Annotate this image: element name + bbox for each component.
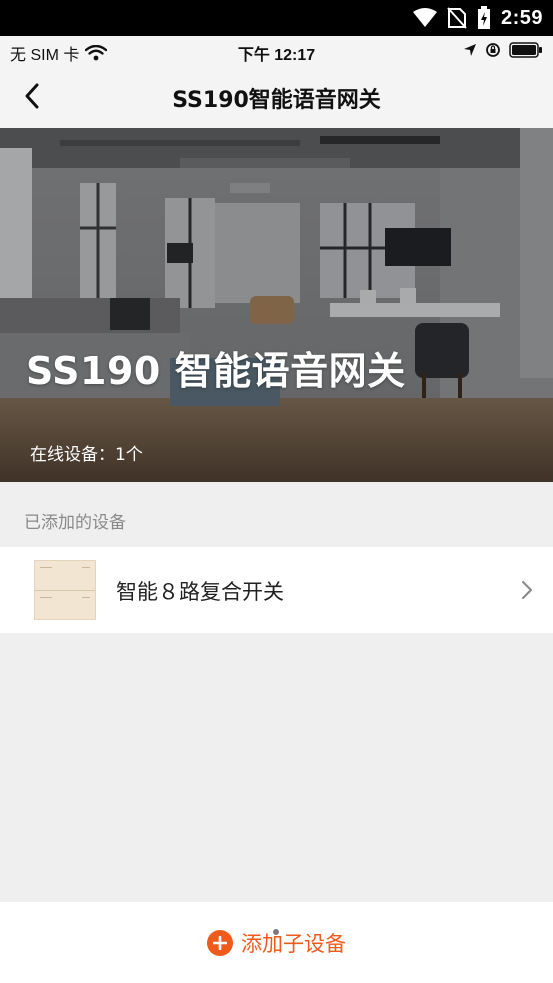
- wifi-icon: [85, 45, 108, 61]
- device-list-item[interactable]: 智能８路复合开关: [0, 547, 553, 633]
- system-status-bar: 2:59: [0, 0, 553, 36]
- location-arrow-icon: [464, 44, 476, 56]
- nav-bar: SS190智能语音网关: [0, 66, 553, 128]
- battery-icon: [509, 42, 542, 58]
- section-label-added-devices: 已添加的设备: [24, 513, 126, 533]
- plus-circle-icon: [207, 930, 233, 956]
- carrier-label: 无 SIM 卡: [10, 47, 80, 64]
- hero-banner: SS190 智能语音网关 在线设备： 1个: [0, 128, 553, 482]
- system-status-icons: 2:59: [412, 0, 543, 36]
- touch-indicator: [273, 929, 279, 935]
- online-label: 在线设备：: [30, 445, 115, 465]
- page-title: SS190智能语音网关: [172, 88, 381, 113]
- room-background-image: [0, 128, 553, 482]
- device-name: 智能８路复合开关: [116, 580, 284, 604]
- ios-status-bar: 无 SIM 卡 下午 12:17: [0, 36, 553, 66]
- bottom-action-bar: 添加子设备: [0, 902, 553, 983]
- wifi-icon: [412, 8, 437, 27]
- add-sub-device-label: 添加子设备: [241, 932, 346, 956]
- chevron-right-icon: [522, 581, 532, 599]
- online-devices-count: 在线设备： 1个: [30, 440, 143, 465]
- online-count: 1个: [115, 445, 143, 465]
- system-clock: 2:59: [500, 6, 543, 29]
- hero-title: SS190 智能语音网关: [26, 349, 406, 393]
- no-sim-icon: [447, 7, 467, 29]
- battery-charging-icon: [477, 6, 490, 29]
- device-thumbnail: [34, 560, 96, 620]
- rotation-lock-icon: [486, 43, 500, 57]
